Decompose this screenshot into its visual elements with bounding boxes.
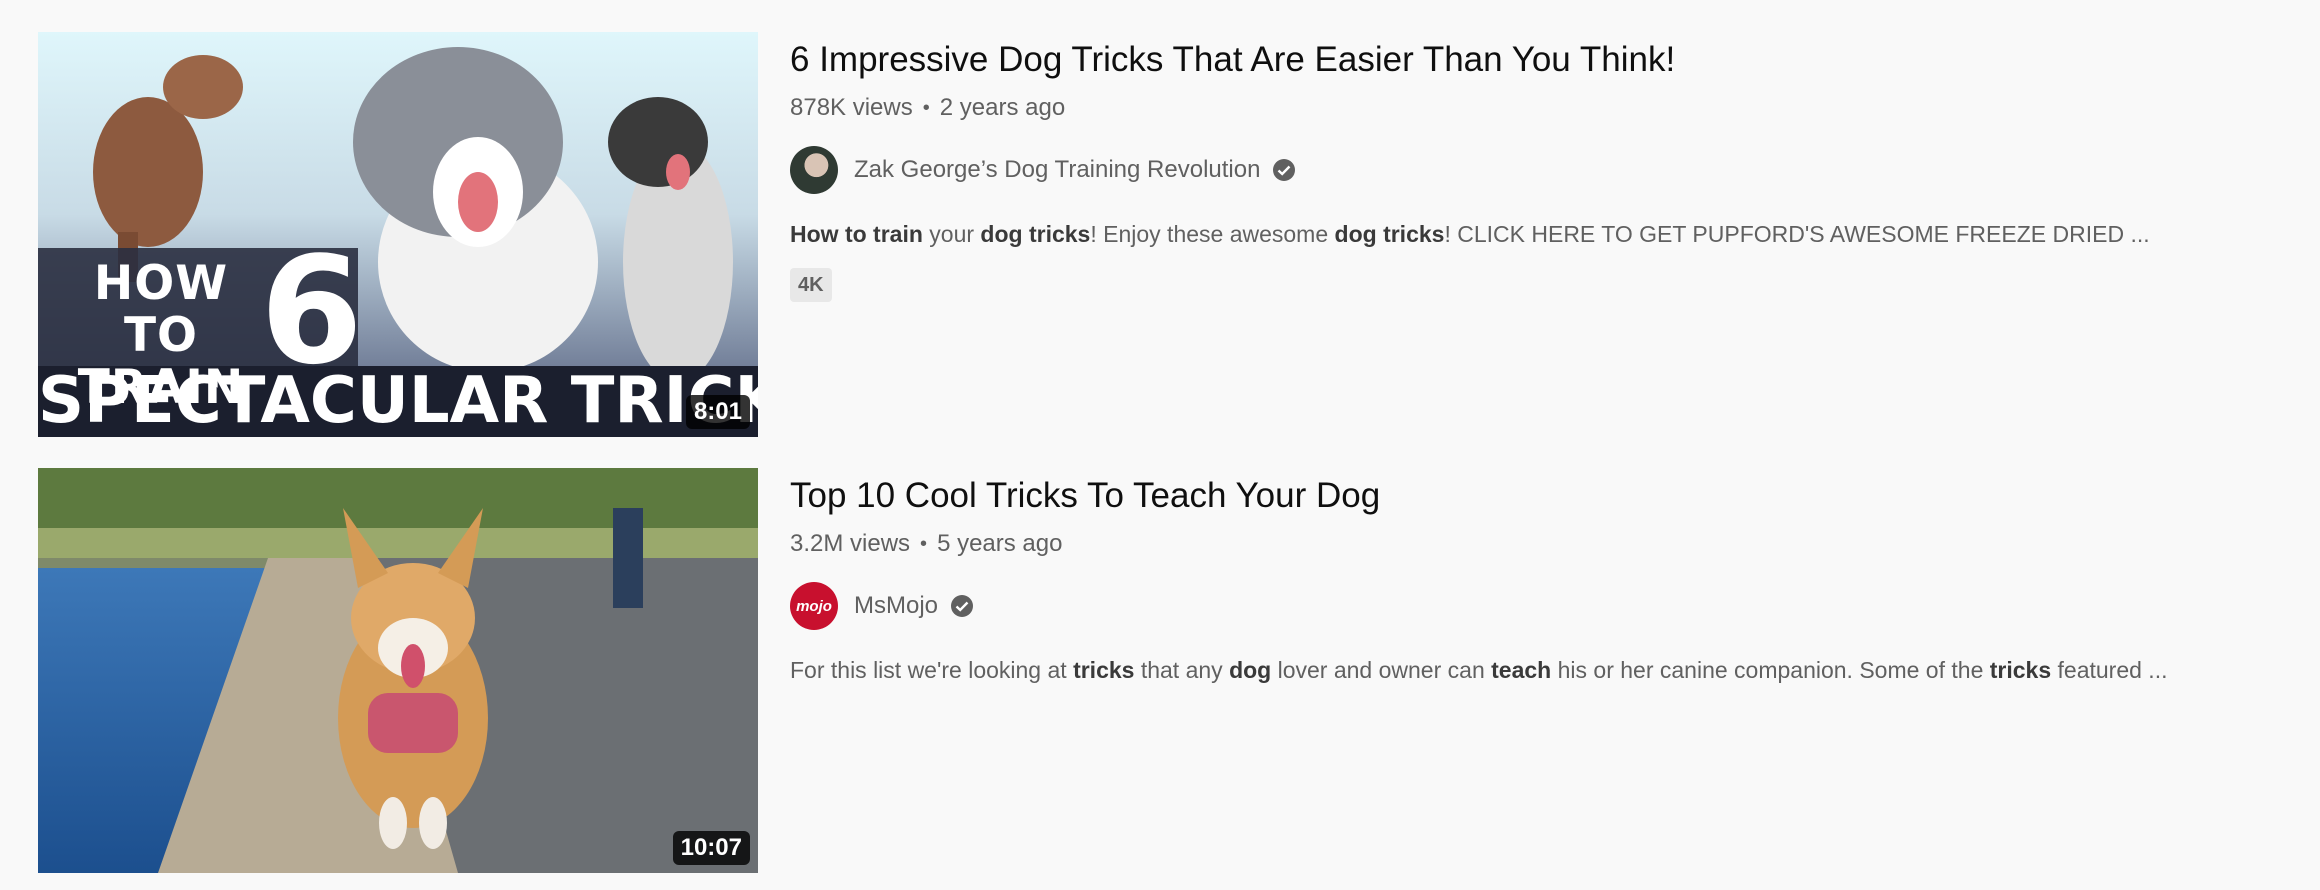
upload-date: 5 years ago [937, 530, 1063, 557]
duration-badge: 8:01 [685, 395, 750, 429]
description-snippet: that any [1134, 657, 1230, 683]
description-snippet: How to train [790, 221, 923, 247]
duration-badge: 10:07 [672, 831, 750, 865]
channel-avatar[interactable] [790, 146, 838, 194]
video-title[interactable]: Top 10 Cool Tricks To Teach Your Dog [790, 472, 2298, 520]
channel-info[interactable]: Zak George’s Dog Training Revolution [790, 146, 2298, 194]
description-snippet: his or her canine companion. Some of the [1551, 657, 1990, 683]
upload-date: 2 years ago [939, 94, 1066, 121]
view-count: 878K views [790, 94, 913, 121]
video-result[interactable]: 10:07 Top 10 Cool Tricks To Teach Your D… [38, 468, 2298, 873]
description-snippet: teach [1491, 657, 1552, 683]
channel-avatar[interactable]: mojo [790, 582, 838, 630]
quality-badge: 4K [790, 268, 832, 302]
video-info: 6 Impressive Dog Tricks That Are Easier … [790, 32, 2298, 437]
view-count: 3.2M views [790, 530, 911, 557]
video-title[interactable]: 6 Impressive Dog Tricks That Are Easier … [790, 36, 2298, 84]
description-snippet: tricks [1989, 657, 2052, 683]
video-thumbnail[interactable]: 10:07 [38, 468, 758, 873]
channel-name[interactable]: MsMojo [854, 592, 938, 620]
description-snippet: featured ... [2051, 657, 2168, 683]
meta-separator: • [920, 533, 928, 555]
description-snippet: dog [1229, 657, 1272, 683]
description-snippet: tricks [1073, 657, 1135, 683]
video-metadata: 878K views • 2 years ago [790, 92, 2298, 124]
video-description: How to train your dog tricks! Enjoy thes… [790, 218, 2298, 250]
video-result[interactable]: HOW TO TRAIN 6 SPECTACULAR TRICKS 8:01 6… [38, 32, 2298, 437]
channel-info[interactable]: mojo MsMojo [790, 582, 2298, 630]
description-snippet: ! CLICK HERE TO GET PUPFORD'S AWESOME FR… [1444, 221, 2150, 247]
video-metadata: 3.2M views • 5 years ago [790, 528, 2298, 560]
video-info: Top 10 Cool Tricks To Teach Your Dog 3.2… [790, 468, 2298, 873]
description-snippet: lover and owner can [1271, 657, 1492, 683]
thumbnail-image [38, 468, 758, 873]
verified-check-icon [1273, 159, 1296, 181]
description-snippet: dog tricks [1334, 221, 1445, 247]
video-description: For this list we're looking at tricks th… [790, 654, 2298, 686]
verified-check-icon [951, 595, 974, 617]
channel-name[interactable]: Zak George’s Dog Training Revolution [854, 156, 1260, 184]
video-thumbnail[interactable]: HOW TO TRAIN 6 SPECTACULAR TRICKS 8:01 [38, 32, 758, 437]
thumbnail-text-line3: SPECTACULAR TRICKS [38, 364, 758, 437]
meta-separator: • [922, 97, 930, 119]
description-snippet: ! Enjoy these awesome [1090, 221, 1335, 247]
description-snippet: For this list we're looking at [790, 657, 1074, 683]
description-snippet: dog tricks [980, 221, 1091, 247]
description-snippet: your [922, 221, 981, 247]
